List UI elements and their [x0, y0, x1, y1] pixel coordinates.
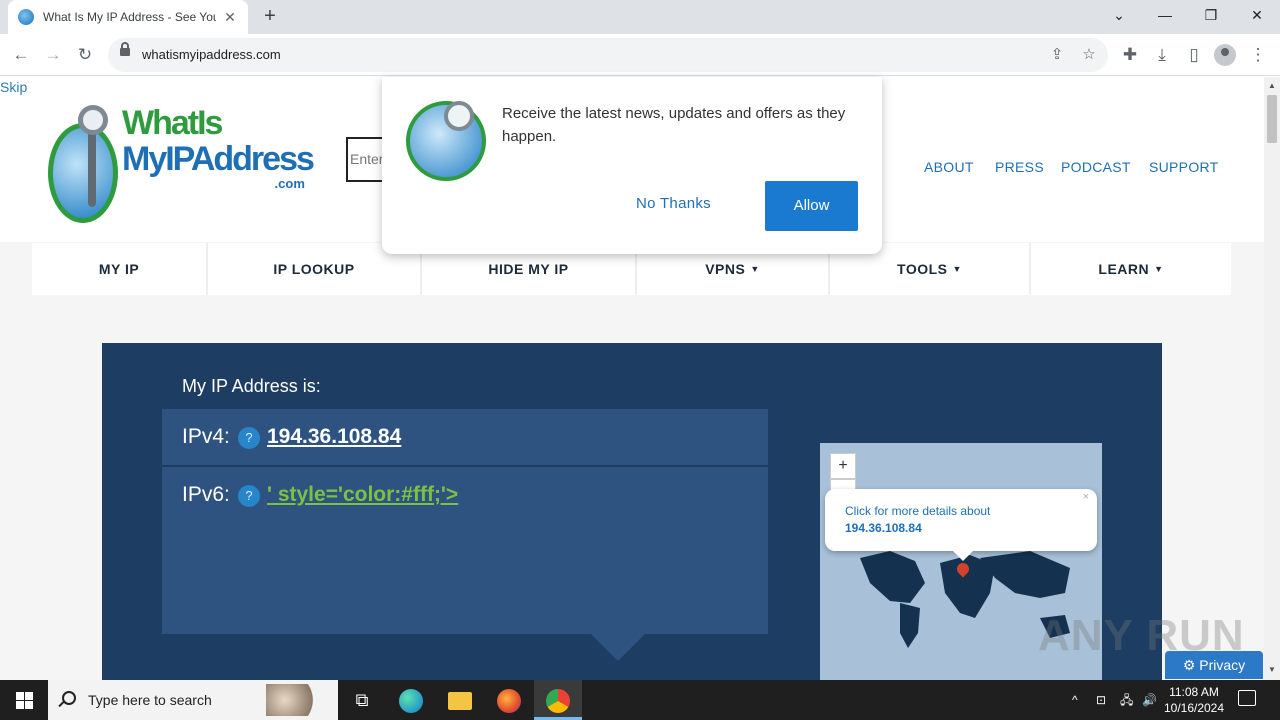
- volume-icon[interactable]: 🔊: [1142, 680, 1157, 720]
- url-text[interactable]: whatismyipaddress.com: [142, 47, 281, 62]
- logo-text-line2: MyIPAddress: [122, 140, 315, 178]
- taskbar-search-box[interactable]: Type here to search: [48, 680, 338, 720]
- caret-down-icon: ▼: [750, 264, 760, 274]
- ip-panel-heading: My IP Address is:: [182, 376, 321, 396]
- nav-press[interactable]: PRESS: [995, 159, 1044, 175]
- popup-close-icon[interactable]: ×: [1083, 491, 1089, 503]
- tab-title: What Is My IP Address - See You: [43, 10, 216, 24]
- help-icon[interactable]: ?: [238, 485, 260, 507]
- scrollbar-thumb[interactable]: [1267, 95, 1277, 143]
- back-button[interactable]: ←: [6, 40, 36, 70]
- ipv4-value-link[interactable]: 194.36.108.84: [267, 425, 401, 449]
- lock-icon[interactable]: [120, 42, 130, 56]
- ipv6-row: IPv6: ? ' style='color:#fff;'>: [162, 467, 768, 634]
- popup-text: Click for more details about: [845, 504, 991, 518]
- caret-down-icon: ▼: [952, 264, 962, 274]
- site-logo[interactable]: WhatIs MyIPAddress .com: [46, 95, 315, 235]
- map-popup[interactable]: × Click for more details about 194.36.10…: [825, 489, 1097, 561]
- tab-strip: What Is My IP Address - See You ✕ + ⌄ — …: [0, 0, 1280, 34]
- browser-tab[interactable]: What Is My IP Address - See You ✕: [8, 0, 248, 34]
- privacy-button[interactable]: ⚙ Privacy: [1165, 651, 1263, 679]
- scroll-up-arrow-icon[interactable]: ▲: [1267, 81, 1277, 90]
- file-explorer-icon[interactable]: [436, 680, 484, 720]
- task-view-icon[interactable]: ⧉: [338, 680, 386, 720]
- search-icon: [62, 691, 76, 705]
- panel-pointer-arrow: [591, 634, 645, 661]
- page-scrollbar[interactable]: ▲ ▼: [1264, 77, 1280, 680]
- logo-text-line1: WhatIs: [122, 104, 223, 142]
- download-icon[interactable]: ⤓: [1147, 40, 1177, 70]
- nav-support[interactable]: SUPPORT: [1149, 159, 1219, 175]
- tray-overflow-icon[interactable]: ^: [1072, 680, 1078, 720]
- extensions-icon[interactable]: ✚: [1115, 40, 1145, 70]
- skip-link[interactable]: Skip: [0, 79, 27, 95]
- globe-magnifier-icon: [48, 105, 120, 229]
- chrome-menu-icon[interactable]: ⋮: [1243, 40, 1273, 70]
- firefox-icon[interactable]: [485, 680, 533, 720]
- chrome-icon[interactable]: [534, 680, 582, 720]
- network-icon[interactable]: 🖧: [1120, 680, 1133, 720]
- close-window-button[interactable]: ✕: [1234, 0, 1280, 30]
- taskbar-search-placeholder[interactable]: Type here to search: [88, 692, 212, 708]
- site-globe-icon: [406, 101, 486, 181]
- allow-button[interactable]: Allow: [765, 181, 858, 231]
- restore-button[interactable]: ❐: [1188, 0, 1234, 30]
- ipv6-label: IPv6:: [182, 483, 230, 506]
- clock-time: 11:08 AM: [1169, 685, 1219, 699]
- device-icon[interactable]: ⊡: [1096, 680, 1106, 720]
- tab-search-dropdown-icon[interactable]: ⌄: [1096, 0, 1142, 30]
- nav-about[interactable]: ABOUT: [924, 159, 974, 175]
- system-clock[interactable]: 11:08 AM 10/16/2024: [1160, 684, 1228, 716]
- globe-favicon-icon: [18, 9, 34, 25]
- profile-avatar-icon[interactable]: [1214, 44, 1236, 66]
- scroll-down-arrow-icon[interactable]: ▼: [1267, 665, 1277, 674]
- caret-down-icon: ▼: [1154, 264, 1164, 274]
- notification-message: Receive the latest news, updates and off…: [502, 105, 846, 145]
- gear-icon: ⚙: [1182, 657, 1200, 673]
- search-highlight-image: [266, 684, 328, 716]
- ip-address-panel: My IP Address is: IPv4: ? 194.36.108.84 …: [102, 343, 1162, 680]
- ipv6-value-link[interactable]: ' style='color:#fff;'>: [267, 483, 458, 507]
- menu-learn[interactable]: LEARN ▼: [1031, 243, 1231, 295]
- minimize-button[interactable]: —: [1142, 0, 1188, 30]
- share-icon[interactable]: ⇪: [1044, 42, 1070, 68]
- map-zoom-in-button[interactable]: +: [830, 453, 856, 479]
- no-thanks-button[interactable]: No Thanks: [636, 195, 711, 212]
- nav-podcast[interactable]: PODCAST: [1061, 159, 1131, 175]
- new-tab-button[interactable]: +: [258, 5, 282, 29]
- ipv4-label: IPv4:: [182, 425, 230, 448]
- popup-ip[interactable]: 194.36.108.84: [845, 521, 922, 535]
- address-bar[interactable]: whatismyipaddress.com ⇪ ☆: [108, 38, 1108, 72]
- forward-button[interactable]: →: [38, 40, 68, 70]
- menu-my-ip[interactable]: MY IP: [32, 243, 208, 295]
- logo-text-line3: .com: [274, 176, 305, 191]
- windows-start-button[interactable]: [0, 680, 48, 720]
- edge-icon[interactable]: [387, 680, 435, 720]
- close-tab-icon[interactable]: ✕: [222, 9, 238, 25]
- windows-taskbar: Type here to search ⧉ ^ ⊡ 🖧 🔊 11:08 AM 1…: [0, 680, 1280, 720]
- side-panel-icon[interactable]: ▯: [1179, 40, 1209, 70]
- reload-button[interactable]: ↻: [70, 40, 100, 70]
- help-icon[interactable]: ?: [238, 427, 260, 449]
- ipv4-row: IPv4: ? 194.36.108.84: [162, 409, 768, 465]
- bookmark-star-icon[interactable]: ☆: [1076, 42, 1102, 68]
- notification-center-icon[interactable]: [1238, 690, 1256, 706]
- clock-date: 10/16/2024: [1163, 701, 1225, 715]
- browser-toolbar: ← → ↻ whatismyipaddress.com ⇪ ☆ ✚ ⤓ ▯ ⋮: [0, 34, 1280, 76]
- push-notification-prompt: Receive the latest news, updates and off…: [382, 77, 882, 254]
